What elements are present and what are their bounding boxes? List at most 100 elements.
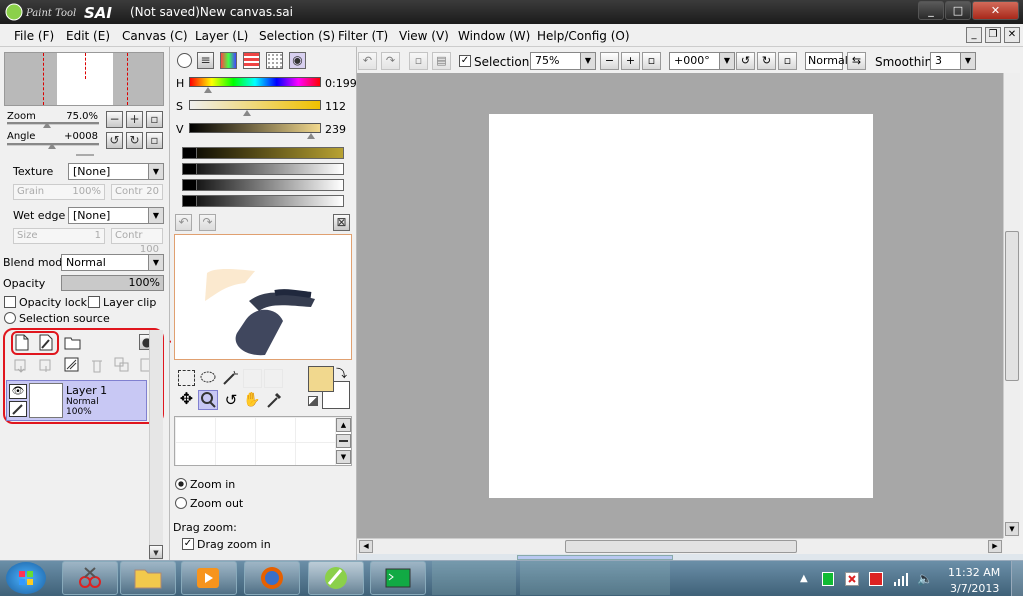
chevron-down-icon[interactable]: ▼ — [336, 450, 351, 464]
selection-checkbox[interactable]: ✓ — [459, 55, 471, 67]
palette-menu-button[interactable] — [336, 434, 351, 448]
chevron-up-icon[interactable]: ▲ — [336, 418, 351, 432]
opacity-slider[interactable]: 100% — [61, 275, 164, 291]
transfer-down-icon[interactable] — [13, 358, 29, 373]
swatches-icon[interactable] — [266, 52, 283, 69]
scroll-down-button[interactable]: ▼ — [1005, 522, 1019, 536]
rotate-reset-button[interactable]: ▫ — [146, 132, 163, 149]
start-button[interactable] — [6, 562, 46, 594]
zoom-reset-button[interactable]: ▫ — [146, 111, 163, 128]
mdi-restore-button[interactable]: ❐ — [985, 27, 1001, 43]
canvas-rotate-reset-button[interactable]: ▫ — [778, 52, 797, 70]
menu-help-config[interactable]: Help/Config (O) — [537, 29, 630, 43]
horizontal-scrollbar[interactable]: ◀ ▶ — [357, 538, 1003, 554]
canvas-zoom-out-button[interactable]: − — [600, 52, 619, 70]
hue-slider-thumb[interactable] — [204, 87, 212, 93]
merge-visible-icon[interactable] — [114, 357, 130, 373]
navigator-preview[interactable] — [4, 52, 164, 106]
menu-window[interactable]: Window (W) — [458, 29, 530, 43]
menu-selection[interactable]: Selection (S) — [259, 29, 335, 43]
color-ramp-4[interactable] — [182, 195, 344, 207]
taskbar-scissors-app[interactable] — [62, 561, 118, 595]
hand-tool-icon[interactable]: ✋ — [243, 391, 261, 409]
color-wheel-icon[interactable] — [177, 53, 192, 68]
network-signal-icon[interactable] — [893, 571, 909, 587]
zoom-out-button[interactable]: − — [106, 111, 123, 128]
view-mode-select[interactable]: Normal — [805, 52, 848, 70]
zoom-slider-thumb[interactable] — [43, 122, 51, 128]
canvas-rotate-right-button[interactable]: ↻ — [757, 52, 776, 70]
default-colors-icon[interactable] — [308, 396, 318, 406]
scroll-down-button[interactable]: ▼ — [149, 545, 163, 559]
color-mixer-icon[interactable] — [243, 52, 260, 69]
primary-color-swatch[interactable] — [308, 366, 334, 392]
value-slider-thumb[interactable] — [307, 133, 315, 139]
taskbar-media-player-icon[interactable] — [181, 561, 237, 595]
wet-edge-select[interactable]: [None] ▼ — [68, 207, 164, 224]
canvas-zoom-reset-button[interactable]: ▫ — [642, 52, 661, 70]
layer-clip-checkbox[interactable] — [88, 296, 100, 308]
zoom-tool-icon[interactable] — [198, 390, 218, 410]
scratchpad-icon[interactable]: ◉ — [289, 52, 306, 69]
show-hidden-icons-icon[interactable]: ▲ — [800, 573, 808, 584]
scratchpad-clear-button[interactable]: ⊠ — [333, 214, 350, 231]
opacity-lock-checkbox[interactable] — [4, 296, 16, 308]
paint-brush-icon[interactable] — [9, 401, 27, 417]
clock-date[interactable]: 3/7/2013 — [950, 582, 999, 595]
clock-time[interactable]: 11:32 AM — [948, 566, 1000, 579]
rotate-left-button[interactable]: ↺ — [106, 132, 123, 149]
speaker-icon[interactable]: 🔈 — [917, 572, 933, 587]
undo-button[interactable]: ↶ — [358, 52, 377, 70]
selection-source-radio[interactable] — [4, 312, 16, 324]
zoom-in-radio[interactable] — [175, 478, 187, 490]
layer-list-scrollbar[interactable] — [149, 330, 163, 560]
zoom-out-radio[interactable] — [175, 497, 187, 509]
clear-selection-button[interactable]: ▤ — [432, 52, 451, 70]
trash-icon[interactable] — [89, 357, 105, 373]
mdi-close-button[interactable]: ✕ — [1004, 27, 1020, 43]
texture-select[interactable]: [None] ▼ — [68, 163, 164, 180]
close-button[interactable]: ✕ — [972, 1, 1019, 20]
panel-splitter[interactable] — [76, 154, 94, 156]
new-layer-icon[interactable] — [14, 334, 30, 351]
zoom-in-button[interactable]: + — [126, 111, 143, 128]
zoom-slider[interactable] — [7, 122, 99, 125]
horizontal-scroll-thumb[interactable] — [565, 540, 797, 553]
menu-file[interactable]: File (F) — [14, 29, 54, 43]
vertical-scroll-thumb[interactable] — [1005, 231, 1019, 381]
move-icon[interactable]: ✥ — [178, 391, 195, 408]
tool-brush-palette[interactable] — [174, 416, 352, 466]
folder-icon[interactable] — [64, 335, 82, 350]
mdi-minimize-button[interactable]: _ — [966, 27, 982, 43]
color-ramp-3[interactable] — [182, 179, 344, 191]
menu-canvas[interactable]: Canvas (C) — [122, 29, 188, 43]
tray-document-error-icon[interactable] — [845, 572, 859, 586]
canvas[interactable] — [489, 114, 873, 498]
angle-slider-thumb[interactable] — [48, 143, 56, 149]
rectangle-select-icon[interactable] — [178, 370, 195, 386]
lasso-icon[interactable] — [199, 370, 217, 386]
tray-red-icon[interactable] — [869, 572, 883, 586]
maximize-button[interactable]: □ — [945, 1, 971, 20]
color-ramp-2[interactable] — [182, 163, 344, 175]
magic-wand-icon[interactable] — [221, 370, 239, 386]
canvas-angle-select[interactable]: +000° ▼ — [669, 52, 735, 70]
rgb-slider-icon[interactable]: ≡ — [197, 52, 214, 69]
eye-icon[interactable]: 👁 — [9, 384, 27, 399]
tray-green-icon[interactable] — [822, 572, 834, 586]
taskbar-terminal-icon[interactable] — [370, 561, 426, 595]
flip-canvas-button[interactable]: ⇆ — [847, 52, 866, 70]
rotate-tool-icon[interactable]: ↺ — [222, 391, 240, 409]
hue-slider[interactable] — [189, 77, 321, 87]
scratchpad-undo-button[interactable]: ↶ — [175, 214, 192, 231]
hsv-slider-icon[interactable] — [220, 52, 237, 69]
show-desktop-button[interactable] — [1011, 561, 1023, 596]
taskbar-firefox-icon[interactable] — [244, 561, 300, 595]
blend-mode-select[interactable]: Normal ▼ — [61, 254, 164, 271]
menu-layer[interactable]: Layer (L) — [195, 29, 248, 43]
menu-view[interactable]: View (V) — [399, 29, 449, 43]
scroll-right-button[interactable]: ▶ — [988, 540, 1002, 553]
scratchpad-redo-button[interactable]: ↷ — [199, 214, 216, 231]
swap-colors-icon[interactable]: ⤵ — [336, 365, 347, 381]
drag-zoom-in-checkbox[interactable]: ✓ — [182, 538, 194, 550]
